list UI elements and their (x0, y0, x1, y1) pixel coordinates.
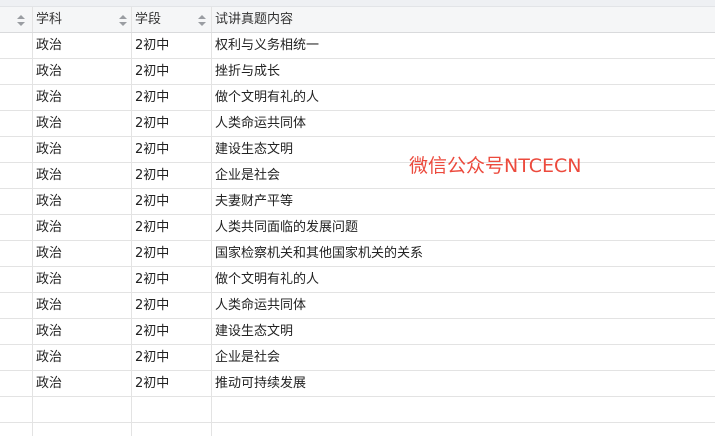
topic-cell[interactable]: 人类命运共同体 (212, 111, 715, 136)
topic-cell[interactable]: 推动可持续发展 (212, 371, 715, 396)
subject-cell[interactable]: 政治 (33, 215, 132, 240)
table-row[interactable]: 政治 2初中 建设生态文明 (0, 319, 715, 345)
subject-cell[interactable]: 政治 (33, 33, 132, 58)
level-cell[interactable]: 2初中 (132, 33, 212, 58)
level-cell[interactable]: 2初中 (132, 241, 212, 266)
row-index-cell[interactable] (0, 267, 33, 292)
level-cell[interactable]: 2初中 (132, 111, 212, 136)
topic-cell[interactable]: 企业是社会 (212, 345, 715, 370)
subject-cell[interactable]: 政治 (33, 371, 132, 396)
subject-cell[interactable]: 政治 (33, 267, 132, 292)
level-cell[interactable]: 2初中 (132, 189, 212, 214)
table-row[interactable] (0, 397, 715, 423)
topic-cell[interactable]: 国家检察机关和其他国家机关的关系 (212, 241, 715, 266)
topic-cell[interactable]: 人类共同面临的发展问题 (212, 215, 715, 240)
subject-cell[interactable]: 政治 (33, 319, 132, 344)
row-index-cell[interactable] (0, 215, 33, 240)
table-row[interactable]: 政治 2初中 挫折与成长 (0, 59, 715, 85)
header-label-subject: 学科 (36, 12, 63, 27)
level-cell[interactable] (132, 423, 212, 436)
subject-cell[interactable]: 政治 (33, 241, 132, 266)
table-header-row: 学科 学段 试讲真题内容 (0, 7, 715, 33)
header-label-level: 学段 (135, 12, 162, 27)
row-index-cell[interactable] (0, 189, 33, 214)
subject-cell[interactable] (33, 423, 132, 436)
row-index-cell[interactable] (0, 59, 33, 84)
table-row[interactable]: 政治 2初中 权利与义务相统一 (0, 33, 715, 59)
topic-cell[interactable]: 人类命运共同体 (212, 293, 715, 318)
header-cell-subject[interactable]: 学科 (33, 7, 132, 32)
level-cell[interactable]: 2初中 (132, 319, 212, 344)
toolbar-strip (0, 0, 715, 7)
subject-cell[interactable]: 政治 (33, 137, 132, 162)
level-cell[interactable]: 2初中 (132, 267, 212, 292)
table-row[interactable]: 政治 2初中 企业是社会 (0, 163, 715, 189)
row-index-cell[interactable] (0, 371, 33, 396)
topic-cell[interactable]: 挫折与成长 (212, 59, 715, 84)
table-row[interactable]: 政治 2初中 人类命运共同体 (0, 111, 715, 137)
row-index-cell[interactable] (0, 137, 33, 162)
subject-cell[interactable]: 政治 (33, 85, 132, 110)
row-index-cell[interactable] (0, 345, 33, 370)
table-row[interactable]: 政治 2初中 建设生态文明 (0, 137, 715, 163)
row-index-cell[interactable] (0, 111, 33, 136)
table-row[interactable]: 政治 2初中 人类命运共同体 (0, 293, 715, 319)
subject-cell[interactable] (33, 397, 132, 422)
row-index-cell[interactable] (0, 397, 33, 422)
level-cell[interactable]: 2初中 (132, 345, 212, 370)
topic-cell[interactable] (212, 397, 715, 422)
row-index-cell[interactable] (0, 293, 33, 318)
row-index-cell[interactable] (0, 241, 33, 266)
level-cell[interactable]: 2初中 (132, 163, 212, 188)
level-cell[interactable]: 2初中 (132, 85, 212, 110)
row-index-cell[interactable] (0, 423, 33, 436)
level-cell[interactable]: 2初中 (132, 215, 212, 240)
row-index-cell[interactable] (0, 163, 33, 188)
subject-cell[interactable]: 政治 (33, 59, 132, 84)
sort-icon[interactable] (198, 15, 206, 26)
table-row[interactable]: 政治 2初中 企业是社会 (0, 345, 715, 371)
table-row[interactable]: 政治 2初中 夫妻财产平等 (0, 189, 715, 215)
topic-cell[interactable]: 权利与义务相统一 (212, 33, 715, 58)
table-row[interactable]: 政治 2初中 做个文明有礼的人 (0, 267, 715, 293)
topic-cell[interactable]: 建设生态文明 (212, 319, 715, 344)
table-row[interactable] (0, 423, 715, 436)
header-label-topic: 试讲真题内容 (215, 12, 294, 27)
subject-cell[interactable]: 政治 (33, 189, 132, 214)
row-index-cell[interactable] (0, 85, 33, 110)
table-row[interactable]: 政治 2初中 做个文明有礼的人 (0, 85, 715, 111)
sort-icon[interactable] (17, 15, 25, 26)
watermark-text: 微信公众号NTCECN (409, 155, 582, 177)
subject-cell[interactable]: 政治 (33, 163, 132, 188)
table-row[interactable]: 政治 2初中 推动可持续发展 (0, 371, 715, 397)
table-row[interactable]: 政治 2初中 国家检察机关和其他国家机关的关系 (0, 241, 715, 267)
subject-cell[interactable]: 政治 (33, 345, 132, 370)
level-cell[interactable]: 2初中 (132, 371, 212, 396)
level-cell[interactable]: 2初中 (132, 59, 212, 84)
row-index-cell[interactable] (0, 33, 33, 58)
topic-cell[interactable]: 做个文明有礼的人 (212, 85, 715, 110)
topic-cell[interactable]: 夫妻财产平等 (212, 189, 715, 214)
table-row[interactable]: 政治 2初中 人类共同面临的发展问题 (0, 215, 715, 241)
level-cell[interactable] (132, 397, 212, 422)
subject-cell[interactable]: 政治 (33, 293, 132, 318)
sort-icon[interactable] (119, 15, 127, 26)
spreadsheet-view: 学科 学段 试讲真题内容 政治 2初中 权利与义务相统一 政治 2初中 挫折与成长 政治 2初… (0, 0, 715, 436)
subject-cell[interactable]: 政治 (33, 111, 132, 136)
header-cell-topic[interactable]: 试讲真题内容 (212, 7, 715, 32)
header-cell-level[interactable]: 学段 (132, 7, 212, 32)
topic-cell[interactable] (212, 423, 715, 436)
header-cell-row-index[interactable] (0, 7, 33, 32)
level-cell[interactable]: 2初中 (132, 293, 212, 318)
row-index-cell[interactable] (0, 319, 33, 344)
level-cell[interactable]: 2初中 (132, 137, 212, 162)
topic-cell[interactable]: 做个文明有礼的人 (212, 267, 715, 292)
